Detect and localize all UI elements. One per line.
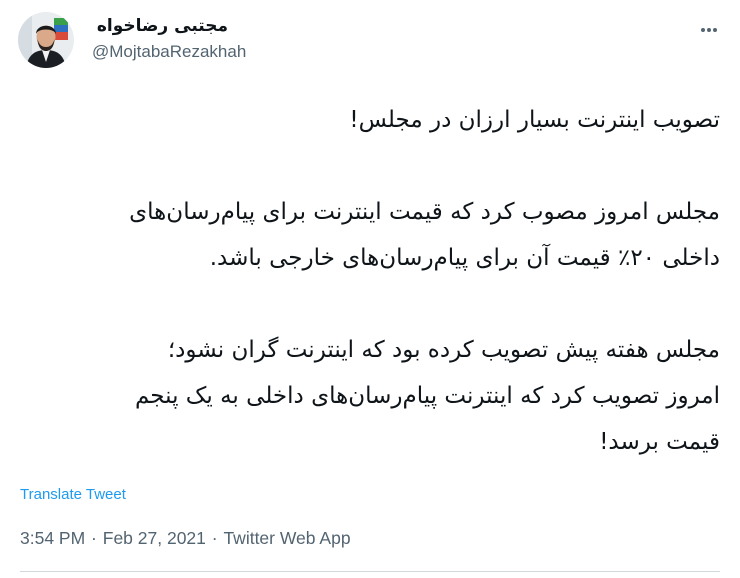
tweet-text-line: مجلس هفته پیش تصویب کرده بود که اینترنت …: [167, 337, 720, 363]
tweet-text-line: قیمت برسد!: [599, 429, 720, 455]
tweet-date[interactable]: Feb 27, 2021: [103, 528, 206, 548]
tweet-text-line: امروز تصویب کرد که اینترنت پیام‌رسان‌های…: [135, 383, 720, 409]
tweet-text-blank-line: [20, 281, 720, 327]
tweet-card: مجتبی رضاخواه @MojtabaRezakhah تصویب این…: [0, 0, 740, 578]
avatar-photo-icon: [18, 12, 74, 68]
meta-separator: ·: [86, 528, 102, 548]
tweet-text: تصویب اینترنت بسیار ارزان در مجلس! مجلس …: [20, 97, 720, 465]
tweet-text-blank-line: [20, 143, 720, 189]
tweet-text-line: تصویب اینترنت بسیار ارزان در مجلس!: [349, 107, 720, 133]
tweet-time[interactable]: 3:54 PM: [20, 528, 85, 548]
author-display-name[interactable]: مجتبی رضاخواه: [96, 14, 228, 38]
tweet-metadata: 3:54 PM · Feb 27, 2021 · Twitter Web App: [20, 526, 351, 550]
meta-separator: ·: [206, 528, 223, 548]
divider: [20, 571, 720, 572]
tweet-text-line: مجلس امروز مصوب کرد که قیمت اینترنت برای…: [129, 199, 720, 225]
author-handle[interactable]: @MojtabaRezakhah: [92, 40, 246, 64]
avatar[interactable]: [18, 12, 74, 68]
tweet-text-line: داخلی ۲۰٪ قیمت آن برای پیام‌رسان‌های خار…: [209, 245, 720, 271]
translate-tweet-link[interactable]: Translate Tweet: [20, 485, 126, 505]
tweet-source[interactable]: Twitter Web App: [223, 528, 350, 548]
more-options-icon[interactable]: [694, 20, 724, 40]
